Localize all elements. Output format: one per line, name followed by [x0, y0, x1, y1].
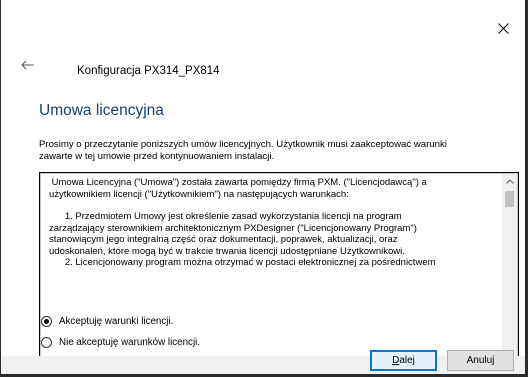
next-button[interactable]: Dalej [370, 350, 437, 371]
scroll-up-button[interactable] [502, 174, 517, 189]
intro-line: Prosimy o przeczytanie poniższych umów l… [39, 139, 447, 150]
setup-window: Konfiguracja PX314_PX814 Umowa licencyjn… [0, 0, 528, 377]
intro-line: zawarte w tej umowie przed kontynuowanie… [39, 150, 275, 162]
accept-radio[interactable] [41, 316, 52, 327]
accept-radio-option[interactable]: Akceptuję warunki licencji. [41, 316, 173, 327]
license-line: udoskonaleń, które mogą być w trakcie tr… [49, 245, 405, 257]
decline-label: Nie akceptuję warunków licencji. [59, 337, 201, 348]
decline-radio[interactable] [41, 337, 52, 348]
accept-label: Akceptuję warunki licencji. [59, 316, 174, 327]
chevron-up-icon [505, 179, 514, 184]
close-icon [497, 22, 509, 34]
cancel-button[interactable]: Anuluj [447, 350, 514, 371]
next-label: alej [399, 355, 415, 366]
license-line: Umowa Licencyjna ("Umowa") została zawar… [49, 177, 427, 188]
decline-radio-option[interactable]: Nie akceptuję warunków licencji. [41, 337, 200, 348]
license-textbox[interactable]: Umowa Licencyjna ("Umowa") została zawar… [39, 172, 519, 362]
license-line: zarządzający sterownikiem architektonicz… [49, 222, 417, 234]
license-line: stanowiącym jego integralną część oraz d… [49, 234, 398, 245]
close-button[interactable] [493, 18, 513, 38]
page-title: Umowa licencyjna [39, 102, 164, 119]
license-line: 1. Przedmiotem Umowy jest określenie zas… [49, 211, 402, 222]
license-text: Umowa Licencyjna ("Umowa") została zawar… [49, 177, 489, 358]
back-button[interactable] [21, 57, 41, 73]
window-title: Konfiguracja PX314_PX814 [77, 65, 220, 77]
license-line: 2. Licencjonowany program można otrzymać… [49, 257, 436, 268]
intro-text: Prosimy o przeczytanie poniższych umów l… [39, 139, 519, 162]
next-mnemonic: D [392, 355, 400, 366]
license-line: użytkownikiem licencji ("Użytkownikiem")… [49, 188, 349, 200]
scroll-thumb[interactable] [505, 191, 514, 207]
arrow-left-icon [21, 60, 34, 70]
vertical-scrollbar[interactable] [502, 174, 517, 360]
